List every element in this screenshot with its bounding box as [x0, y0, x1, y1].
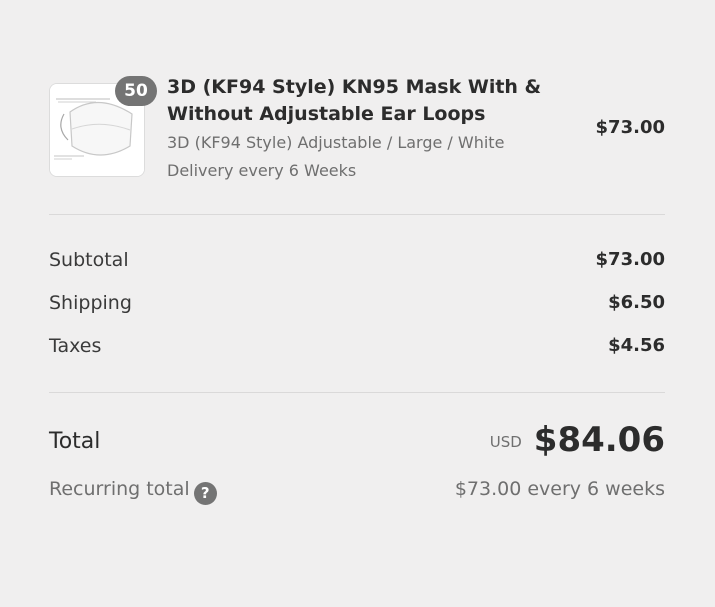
total-amount: $84.06 [533, 420, 665, 460]
product-title: 3D (KF94 Style) KN95 Mask With & Without… [167, 76, 542, 125]
total-label: Total [49, 429, 101, 454]
question-mark-icon[interactable]: ? [193, 482, 217, 505]
order-summary: 50 3D (KF94 Style) KN95 Mask With & With… [49, 0, 665, 607]
product-variant: 3D (KF94 Style) Adjustable / Large / Whi… [167, 133, 505, 152]
product-info: 3D (KF94 Style) KN95 Mask With & Without… [167, 74, 567, 185]
shipping-row: Shipping $6.50 [49, 292, 665, 318]
shipping-value: $6.50 [608, 292, 665, 313]
product-delivery-schedule: Delivery every 6 Weeks [167, 161, 357, 180]
divider [49, 214, 665, 215]
currency-code: USD [489, 433, 522, 451]
quantity-badge: 50 [115, 76, 157, 106]
line-item: 50 3D (KF94 Style) KN95 Mask With & With… [49, 74, 665, 186]
product-price: $73.00 [595, 117, 665, 138]
recurring-total-row: Recurring total? $73.00 every 6 weeks [49, 476, 665, 505]
subtotal-row: Subtotal $73.00 [49, 249, 665, 275]
recurring-total-label: Recurring total [49, 478, 190, 500]
subtotal-value: $73.00 [595, 249, 665, 270]
product-thumbnail-wrapper: 50 [49, 76, 157, 177]
shipping-label: Shipping [49, 292, 132, 314]
recurring-total-label-wrapper: Recurring total? [49, 478, 217, 505]
taxes-value: $4.56 [608, 335, 665, 356]
total-amount-wrapper: USD $84.06 [490, 420, 665, 460]
taxes-row: Taxes $4.56 [49, 335, 665, 361]
taxes-label: Taxes [49, 335, 102, 357]
recurring-total-value: $73.00 every 6 weeks [454, 478, 665, 500]
divider [49, 392, 665, 393]
subtotal-label: Subtotal [49, 249, 129, 271]
total-row: Total USD $84.06 [49, 420, 665, 466]
